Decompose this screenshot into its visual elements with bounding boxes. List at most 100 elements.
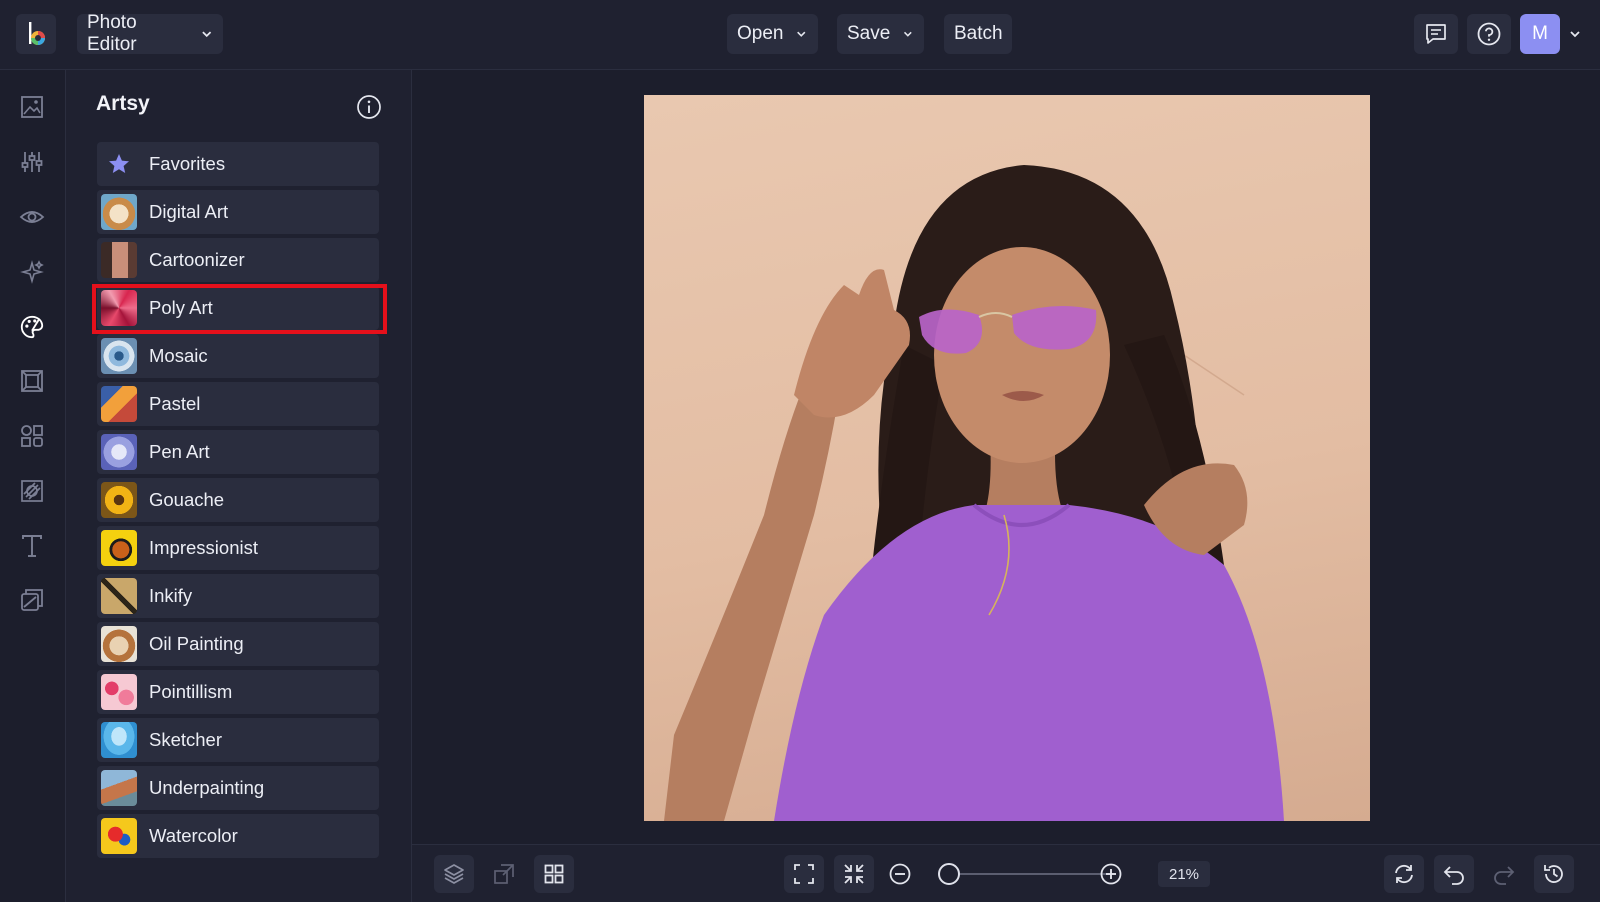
effect-underpainting[interactable]: Underpainting: [97, 766, 379, 810]
batch-label: Batch: [954, 23, 1003, 44]
resize-button[interactable]: [484, 855, 524, 893]
expand-icon: [794, 864, 814, 884]
sliders-icon[interactable]: [19, 149, 45, 175]
top-bar: Photo Editor Open Save Batch M: [0, 0, 1600, 70]
zoom-out-icon: [889, 863, 911, 885]
effect-label: Underpainting: [149, 777, 265, 798]
grid-icon: [544, 864, 564, 884]
effect-pointillism[interactable]: Pointillism: [97, 670, 379, 714]
effect-label: Inkify: [149, 585, 193, 606]
effect-label: Watercolor: [149, 825, 238, 846]
avatar-initial: M: [1532, 23, 1548, 44]
app-logo-icon[interactable]: [16, 14, 56, 54]
effect-sketcher[interactable]: Sketcher: [97, 718, 379, 762]
redo-icon: [1494, 866, 1515, 885]
oil-painting-thumbnail: [101, 626, 137, 662]
effect-watercolor[interactable]: Watercolor: [97, 814, 379, 858]
zoom-level[interactable]: 21%: [1158, 861, 1210, 887]
avatar[interactable]: M: [1520, 14, 1560, 54]
zoom-in-button[interactable]: [1091, 855, 1131, 893]
effect-inkify[interactable]: Inkify: [97, 574, 379, 618]
tool-rail: [0, 70, 66, 902]
text-icon[interactable]: [19, 533, 45, 559]
chevron-down-icon: [201, 31, 211, 38]
zoom-out-button[interactable]: [880, 855, 920, 893]
effect-label: Impressionist: [149, 537, 258, 558]
redo-button[interactable]: [1484, 855, 1524, 893]
undo-button[interactable]: [1434, 855, 1474, 893]
zoom-slider-handle[interactable]: [938, 863, 960, 885]
fit-to-screen-button[interactable]: [784, 855, 824, 893]
collapse-icon: [844, 864, 864, 884]
app-menu-label: Photo Editor: [87, 12, 137, 55]
panel-title: Artsy: [96, 92, 150, 115]
feedback-button[interactable]: [1414, 14, 1458, 54]
effect-label: Digital Art: [149, 201, 229, 222]
portrait-photo[interactable]: [644, 95, 1370, 821]
chevron-down-icon[interactable]: [1568, 27, 1582, 41]
frame-icon[interactable]: [19, 368, 45, 394]
resize-icon: [494, 864, 514, 884]
effect-label: Poly Art: [149, 297, 213, 318]
layers-button[interactable]: [434, 855, 474, 893]
palette-icon[interactable]: [19, 314, 45, 340]
poly-art-thumbnail: [101, 290, 137, 326]
save-button[interactable]: Save: [837, 14, 924, 54]
open-label: Open: [737, 23, 784, 44]
effect-poly-art[interactable]: Poly Art: [97, 286, 379, 330]
effect-label: Mosaic: [149, 345, 208, 366]
history-button[interactable]: [1534, 855, 1574, 893]
info-icon[interactable]: [356, 94, 382, 120]
effects-panel: Artsy Favorites Digital Art Cartoonizer …: [66, 70, 412, 902]
sparkles-icon[interactable]: [19, 259, 45, 285]
effect-oil-painting[interactable]: Oil Painting: [97, 622, 379, 666]
pastel-thumbnail: [101, 386, 137, 422]
effect-digital-art[interactable]: Digital Art: [97, 190, 379, 234]
effect-pen-art[interactable]: Pen Art: [97, 430, 379, 474]
effect-gouache[interactable]: Gouache: [97, 478, 379, 522]
actual-size-button[interactable]: [834, 855, 874, 893]
texture-icon[interactable]: [19, 478, 45, 504]
effect-favorites[interactable]: Favorites: [97, 142, 379, 186]
open-button[interactable]: Open: [727, 14, 818, 54]
batch-button[interactable]: Batch: [944, 14, 1012, 54]
impressionist-thumbnail: [101, 530, 137, 566]
pointillism-thumbnail: [101, 674, 137, 710]
save-label: Save: [847, 23, 891, 44]
effect-label: Favorites: [149, 153, 226, 174]
eye-icon[interactable]: [19, 204, 45, 230]
refresh-icon: [1395, 864, 1413, 884]
digital-art-thumbnail: [101, 194, 137, 230]
effect-label: Pastel: [149, 393, 201, 414]
layers-icon: [444, 864, 464, 884]
shapes-icon[interactable]: [19, 423, 45, 449]
zoom-slider-track[interactable]: [950, 873, 1110, 875]
bottom-toolbar: 21%: [412, 844, 1600, 902]
app-menu-button[interactable]: Photo Editor: [77, 12, 223, 55]
zoom-level-text: 21%: [1168, 865, 1200, 883]
undo-icon: [1443, 866, 1464, 885]
reset-button[interactable]: [1384, 855, 1424, 893]
pen-art-thumbnail: [101, 434, 137, 470]
comment-icon: [1426, 24, 1446, 44]
effect-label: Cartoonizer: [149, 249, 245, 270]
overlay-icon[interactable]: [19, 587, 45, 613]
effect-mosaic[interactable]: Mosaic: [97, 334, 379, 378]
help-button[interactable]: [1467, 14, 1511, 54]
effect-label: Pointillism: [149, 681, 233, 702]
image-icon[interactable]: [19, 94, 45, 120]
inkify-thumbnail: [101, 578, 137, 614]
cartoonizer-thumbnail: [101, 242, 137, 278]
effect-label: Gouache: [149, 489, 225, 510]
effect-impressionist[interactable]: Impressionist: [97, 526, 379, 570]
effect-label: Oil Painting: [149, 633, 244, 654]
chevron-down-icon: [797, 31, 806, 37]
zoom-in-icon: [1100, 863, 1122, 885]
grid-view-button[interactable]: [534, 855, 574, 893]
gouache-thumbnail: [101, 482, 137, 518]
effect-pastel[interactable]: Pastel: [97, 382, 379, 426]
history-icon: [1544, 865, 1563, 883]
effect-cartoonizer[interactable]: Cartoonizer: [97, 238, 379, 282]
watercolor-thumbnail: [101, 818, 137, 854]
chevron-down-icon: [904, 31, 913, 37]
